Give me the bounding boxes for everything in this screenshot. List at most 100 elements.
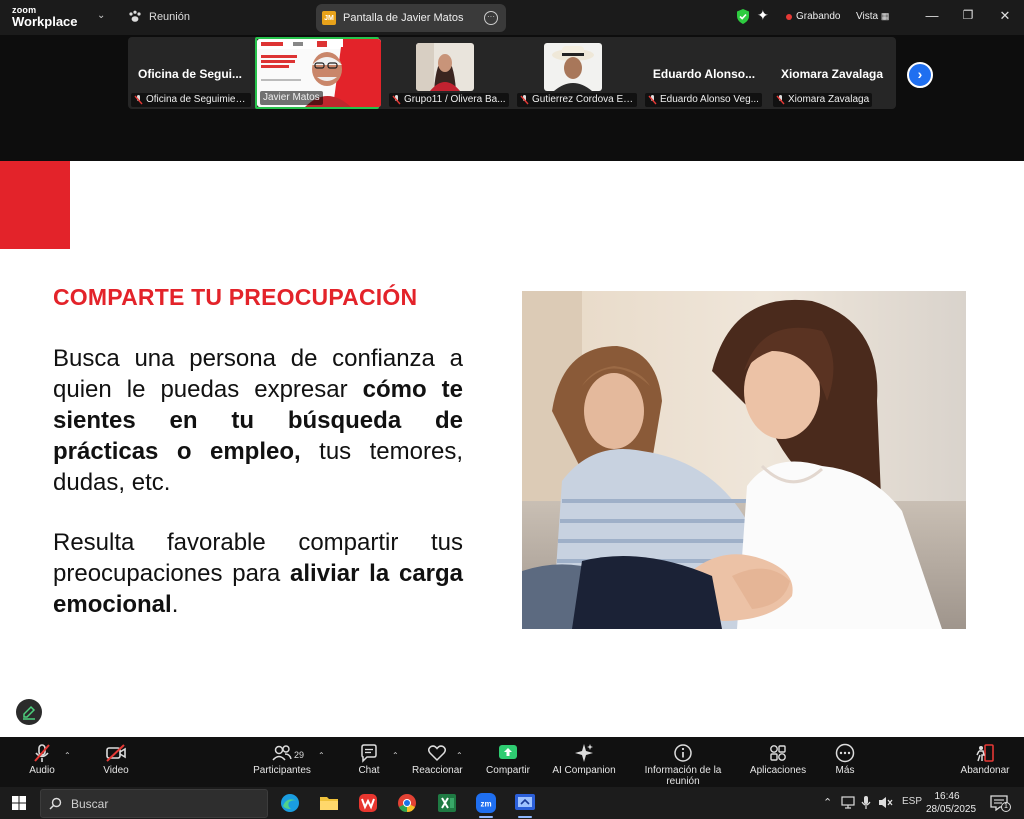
chat-button[interactable]: Chat — [354, 743, 384, 776]
restore-icon[interactable]: ❐ — [958, 8, 978, 22]
slide-title: COMPARTE TU PREOCUPACIÓN — [53, 284, 418, 310]
ai-companion-icon — [575, 744, 593, 762]
participant-name: Grupo11 / Olivera Ba... — [404, 94, 506, 105]
slide-photo — [522, 291, 966, 629]
notifications-count: 1 — [1001, 802, 1011, 812]
wps-icon[interactable] — [357, 792, 379, 814]
video-label: Video — [103, 765, 129, 776]
audio-options-caret-icon[interactable]: ⌃ — [64, 751, 71, 760]
recording-label: Grabando — [796, 11, 841, 22]
language-indicator[interactable]: ESP — [902, 796, 922, 807]
apps-icon — [770, 745, 786, 761]
more-options-icon[interactable]: ··· — [484, 11, 498, 25]
chat-caret-icon[interactable]: ⌃ — [392, 751, 399, 760]
speaker-muted-icon[interactable] — [878, 796, 894, 809]
participant-label: Xiomara Zavalaga — [773, 93, 873, 107]
mic-muted-icon — [520, 95, 529, 105]
participant-tiles: Oficina de Segui... Oficina de Seguimien… — [128, 37, 896, 109]
zoom-logo: zoom Workplace — [12, 5, 78, 29]
notifications-button[interactable]: 1 — [990, 795, 1011, 816]
leave-icon — [976, 744, 994, 762]
chrome-icon[interactable] — [396, 792, 418, 814]
brand-line2: Workplace — [12, 14, 78, 29]
clock-date: 28/05/2025 — [926, 804, 977, 815]
shared-slide: COMPARTE TU PREOCUPACIÓN Busca una perso… — [0, 161, 1024, 737]
close-icon[interactable]: ✕ — [995, 8, 1015, 24]
participants-button[interactable]: Participantes — [250, 743, 314, 776]
meeting-info-label: Información de la reunión — [644, 765, 722, 787]
screen-share-pill[interactable]: JM Pantalla de Javier Matos ··· — [316, 4, 506, 32]
remote-desktop-icon[interactable] — [514, 792, 536, 814]
ai-companion-label: AI Companion — [552, 765, 616, 776]
recording-indicator[interactable]: Grabando — [786, 11, 840, 22]
paw-icon — [129, 10, 141, 22]
taskbar-search[interactable]: Buscar — [40, 789, 268, 818]
windows-start-icon[interactable] — [12, 796, 26, 810]
next-page-icon[interactable]: › — [907, 62, 933, 88]
file-explorer-icon[interactable] — [318, 792, 340, 814]
windows-taskbar: Buscar zm ⌃ ESP 16:46 28/05/2025 1 — [0, 787, 1024, 819]
share-label: Compartir — [486, 765, 530, 776]
participant-tile[interactable]: Eduardo Alonso... Eduardo Alonso Veg... — [642, 37, 766, 109]
chevron-down-icon[interactable]: ⌄ — [97, 10, 105, 21]
share-button[interactable]: Compartir — [484, 743, 532, 776]
edge-icon[interactable] — [279, 792, 301, 814]
ai-sparkle-icon[interactable]: ✦ — [757, 7, 769, 24]
slide-paragraph-2: Resulta favorable compartir tus preocupa… — [53, 527, 463, 620]
participant-label: Grupo11 / Olivera Ba... — [389, 93, 509, 107]
participant-tile[interactable]: Oficina de Segui... Oficina de Seguimien… — [128, 37, 252, 109]
participant-big-name: Eduardo Alonso... — [652, 67, 756, 81]
presenter-initials: JM — [322, 11, 336, 25]
slide-text: . — [171, 591, 179, 618]
active-app-indicator — [479, 816, 493, 818]
view-label: Vista — [856, 11, 879, 22]
tray-overflow-icon[interactable]: ⌃ — [823, 796, 832, 809]
annotate-button[interactable] — [16, 699, 42, 725]
participant-name: Xiomara Zavalaga — [788, 94, 870, 105]
participants-caret-icon[interactable]: ⌃ — [318, 751, 325, 760]
meeting-toolbar: Audio ⌃ Video Participantes 29 ⌃ Chat ⌃ … — [0, 737, 1024, 787]
minimize-icon[interactable]: — — [922, 8, 942, 23]
participant-label: Gutierrez Cordova Ed... — [517, 93, 637, 107]
participant-big-name: Oficina de Segui... — [137, 67, 243, 81]
react-caret-icon[interactable]: ⌃ — [456, 751, 463, 760]
view-button[interactable]: Vista ▦ — [856, 11, 889, 22]
participants-label: Participantes — [253, 765, 311, 776]
meeting-indicator[interactable]: Reunión — [128, 10, 190, 23]
share-screen-icon — [499, 745, 517, 759]
participant-tile[interactable]: Grupo11 / Olivera Ba... — [386, 37, 510, 109]
record-dot-icon — [786, 13, 792, 20]
shield-icon[interactable] — [736, 9, 750, 24]
participant-strip: Oficina de Segui... Oficina de Seguimien… — [0, 35, 1024, 161]
ai-companion-button[interactable]: AI Companion — [552, 743, 616, 776]
participant-video — [416, 43, 474, 91]
svg-text:zm: zm — [480, 800, 491, 809]
info-icon — [674, 744, 692, 762]
apps-label: Aplicaciones — [749, 765, 807, 776]
pen-icon — [23, 705, 36, 720]
microphone-tray-icon[interactable] — [861, 796, 871, 810]
mic-muted-icon — [776, 95, 785, 105]
react-button[interactable]: Reaccionar — [412, 743, 463, 776]
apps-button[interactable]: Aplicaciones — [749, 743, 807, 776]
participant-tile-active[interactable]: Javier Matos — [255, 37, 381, 109]
clock-time: 16:46 — [934, 791, 960, 802]
more-label: Más — [835, 765, 855, 776]
network-icon[interactable] — [841, 796, 855, 809]
search-icon — [49, 797, 62, 810]
participant-tile[interactable]: Gutierrez Cordova Ed... — [514, 37, 638, 109]
meeting-info-button[interactable]: Información de la reunión — [627, 743, 739, 787]
heart-icon — [427, 745, 447, 762]
leave-button[interactable]: Abandonar — [958, 743, 1012, 776]
audio-label: Audio — [29, 765, 55, 776]
chat-label: Chat — [358, 765, 380, 776]
video-button[interactable]: Video — [98, 743, 134, 776]
more-button[interactable]: Más — [830, 743, 860, 776]
participant-label: Oficina de Seguimien... — [131, 93, 251, 107]
zoom-app-icon[interactable]: zm — [475, 792, 497, 814]
mic-muted-icon — [134, 95, 143, 105]
excel-icon[interactable] — [436, 792, 458, 814]
taskbar-clock[interactable]: 16:46 28/05/2025 — [926, 790, 977, 816]
participant-tile[interactable]: Xiomara Zavalaga Xiomara Zavalaga — [770, 37, 894, 109]
audio-button[interactable]: Audio — [24, 743, 60, 776]
